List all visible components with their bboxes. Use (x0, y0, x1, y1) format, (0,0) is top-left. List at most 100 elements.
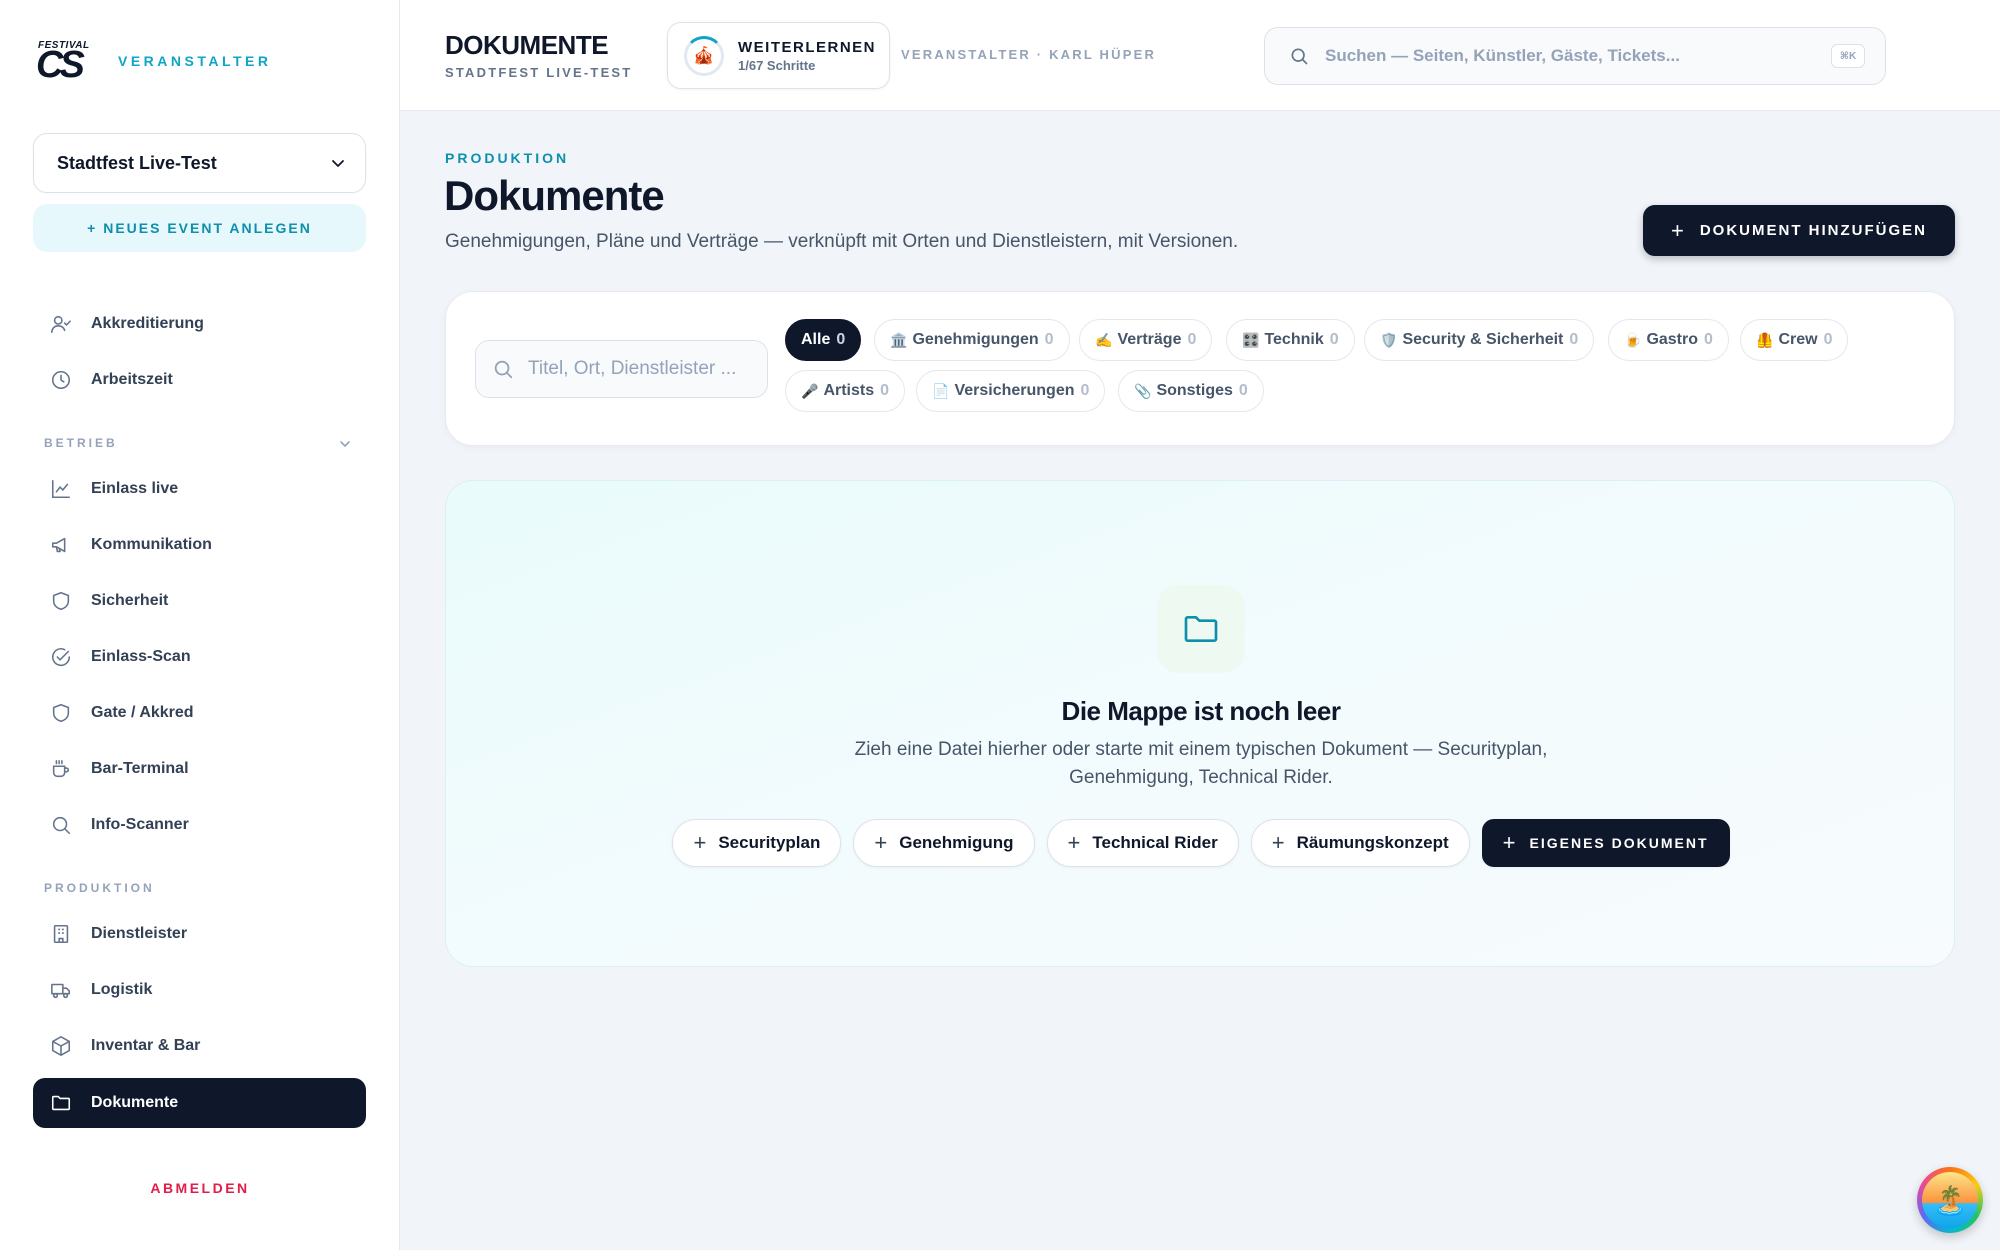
circus-tent-icon: 🎪 (693, 45, 715, 65)
header-title: DOKUMENTE (445, 30, 609, 60)
sidebar-item-label: Dienstleister (91, 925, 188, 942)
template-label: Technical Rider (1092, 833, 1218, 852)
safety-vest-icon: 🦺 (1756, 331, 1774, 348)
filter-chip-crew[interactable]: 🦺 Crew 0 (1740, 319, 1849, 361)
filter-chip-versicherungen[interactable]: 📄 Versicherungen 0 (916, 370, 1106, 412)
sidebar-item-einlass-live[interactable]: Einlass live (33, 464, 366, 514)
chip-label: Genehmigungen (912, 331, 1039, 348)
empty-state-dropzone[interactable]: Die Mappe ist noch leer Zieh eine Datei … (445, 480, 1955, 967)
section-label-betrieb: BETRIEB (44, 436, 118, 450)
line-chart-icon (49, 477, 73, 501)
sidebar-item-dienstleister[interactable]: Dienstleister (33, 909, 366, 959)
template-genehmigung-button[interactable]: + Genehmigung (853, 819, 1035, 867)
continue-learning-button[interactable]: 🎪 WEITERLERNEN 1/67 Schritte (667, 22, 890, 89)
truck-icon (49, 978, 73, 1002)
chip-label: Crew (1778, 331, 1818, 348)
chip-label: Verträge (1117, 331, 1182, 348)
event-select-value: Stadtfest Live-Test (57, 152, 217, 173)
filter-card: Titel, Ort, Dienstleister ... Alle 0 🏛️ Ge… (445, 291, 1955, 446)
chip-count: 0 (1569, 331, 1579, 348)
brand[interactable]: FESTIVAL CS VERANSTALTER (36, 38, 271, 84)
template-label: Genehmigung (899, 833, 1014, 852)
header-subtitle: STADTFEST LIVE-TEST (445, 65, 633, 80)
chip-count: 0 (880, 382, 890, 399)
filter-chip-security[interactable]: 🛡️ Security & Sicherheit 0 (1364, 319, 1595, 361)
chip-count: 0 (1080, 382, 1090, 399)
sidebar-item-label: Inventar & Bar (91, 1037, 201, 1054)
filter-chip-sonstiges[interactable]: 📎 Sonstiges 0 (1118, 370, 1264, 412)
sidebar-item-logistik[interactable]: Logistik (33, 965, 366, 1015)
box-icon (49, 1034, 73, 1058)
search-icon (494, 360, 513, 379)
chip-label: Artists (823, 382, 875, 399)
empty-state-title: Die Mappe ist noch leer (1061, 696, 1341, 726)
sidebar-item-dokumente[interactable]: Dokumente (33, 1078, 366, 1128)
sidebar-item-label: Gate / Akkred (91, 704, 194, 721)
chip-label: Alle (801, 331, 831, 348)
sidebar-item-einlass-scan[interactable]: Einlass-Scan (33, 632, 366, 682)
chip-label: Versicherungen (954, 382, 1075, 399)
filter-chip-vertraege[interactable]: ✍️ Verträge 0 (1079, 319, 1213, 361)
sidebar-item-gate-akkred[interactable]: Gate / Akkred (33, 688, 366, 738)
sidebar-item-sicherheit[interactable]: Sicherheit (33, 576, 366, 626)
template-buttons: + Securityplan + Genehmigung + Technical Ri… (446, 819, 1956, 867)
learn-progress: 1/67 Schritte (738, 57, 816, 73)
add-document-label: DOKUMENT HINZUFÜGEN (1699, 222, 1927, 239)
plus-icon: + (1670, 217, 1686, 243)
folder-icon (1184, 616, 1218, 642)
chevron-down-icon (332, 160, 344, 167)
filter-chip-genehmigungen[interactable]: 🏛️ Genehmigungen 0 (874, 319, 1070, 361)
template-label: Securityplan (718, 833, 821, 852)
own-document-button[interactable]: + EIGENES DOKUMENT (1481, 819, 1730, 867)
template-raeumungskonzept-button[interactable]: + Räumungskonzept (1250, 819, 1470, 867)
clock-icon (49, 368, 73, 392)
control-knobs-icon: 🎛️ (1242, 331, 1260, 348)
brand-role: VERANSTALTER (118, 53, 272, 69)
learn-title: WEITERLERNEN (738, 38, 876, 56)
search-icon (49, 813, 73, 837)
plus-icon: + (693, 830, 707, 855)
island-avatar: 🏝️ (1922, 1172, 1978, 1228)
user-info: VERANSTALTER · KARL HÜPER (901, 47, 1157, 62)
plus-icon: + (1502, 830, 1518, 855)
new-event-button[interactable]: + NEUES EVENT ANLEGEN (33, 204, 366, 252)
sidebar: FESTIVAL CS VERANSTALTER Stadtfest Live-… (0, 0, 400, 1250)
filter-chip-alle[interactable]: Alle 0 (785, 319, 862, 361)
sidebar-item-label: Einlass-Scan (91, 648, 191, 665)
filter-chip-gastro[interactable]: 🍺 Gastro 0 (1608, 319, 1729, 361)
header-title-block: DOKUMENTE STADTFEST LIVE-TEST (445, 30, 632, 80)
chip-count: 0 (1238, 382, 1248, 399)
sidebar-item-kommunikation[interactable]: Kommunikation (33, 520, 366, 570)
chip-count: 0 (836, 331, 846, 348)
sidebar-item-info-scanner[interactable]: Info-Scanner (33, 800, 366, 850)
paperclip-icon: 📎 (1134, 382, 1152, 399)
beer-mug-icon: 🍺 (1624, 331, 1642, 348)
event-select[interactable]: Stadtfest Live-Test (33, 133, 366, 193)
shield-icon (49, 701, 73, 725)
learn-text: WEITERLERNEN 1/67 Schritte (738, 39, 876, 73)
assistant-fab-button[interactable]: 🏝️ (1917, 1167, 1983, 1233)
chip-count: 0 (1187, 331, 1197, 348)
filter-chip-artists[interactable]: 🎤 Artists 0 (785, 370, 906, 412)
logout-button[interactable]: ABMELDEN (0, 1180, 400, 1196)
add-document-button[interactable]: + DOKUMENT HINZUFÜGEN (1643, 205, 1955, 256)
sidebar-item-inventar-bar[interactable]: Inventar & Bar (33, 1021, 366, 1071)
global-search-input[interactable]: Suchen — Seiten, Künstler, Gäste, Ticket… (1264, 27, 1886, 85)
chevron-down-icon[interactable] (338, 437, 352, 451)
sidebar-item-akkreditierung[interactable]: Akkreditierung (33, 299, 366, 349)
coffee-icon (49, 757, 73, 781)
template-securityplan-button[interactable]: + Securityplan (672, 819, 842, 867)
top-header: DOKUMENTE STADTFEST LIVE-TEST 🎪 WEITERLE… (400, 0, 2000, 111)
document-icon: 📄 (932, 382, 950, 399)
logo-main-text: CS (36, 44, 85, 86)
document-search-input[interactable]: Titel, Ort, Dienstleister ... (475, 340, 768, 398)
sidebar-item-arbeitszeit[interactable]: Arbeitszeit (33, 355, 366, 405)
template-technical-rider-button[interactable]: + Technical Rider (1046, 819, 1239, 867)
sidebar-item-label: Dokumente (91, 1094, 179, 1111)
sidebar-item-bar-terminal[interactable]: Bar-Terminal (33, 744, 366, 794)
sidebar-item-label: Einlass live (91, 480, 179, 497)
plus-icon: + (874, 830, 888, 855)
filter-chip-technik[interactable]: 🎛️ Technik 0 (1226, 319, 1355, 361)
chip-count: 0 (1044, 331, 1054, 348)
plus-icon: + (1271, 830, 1285, 855)
